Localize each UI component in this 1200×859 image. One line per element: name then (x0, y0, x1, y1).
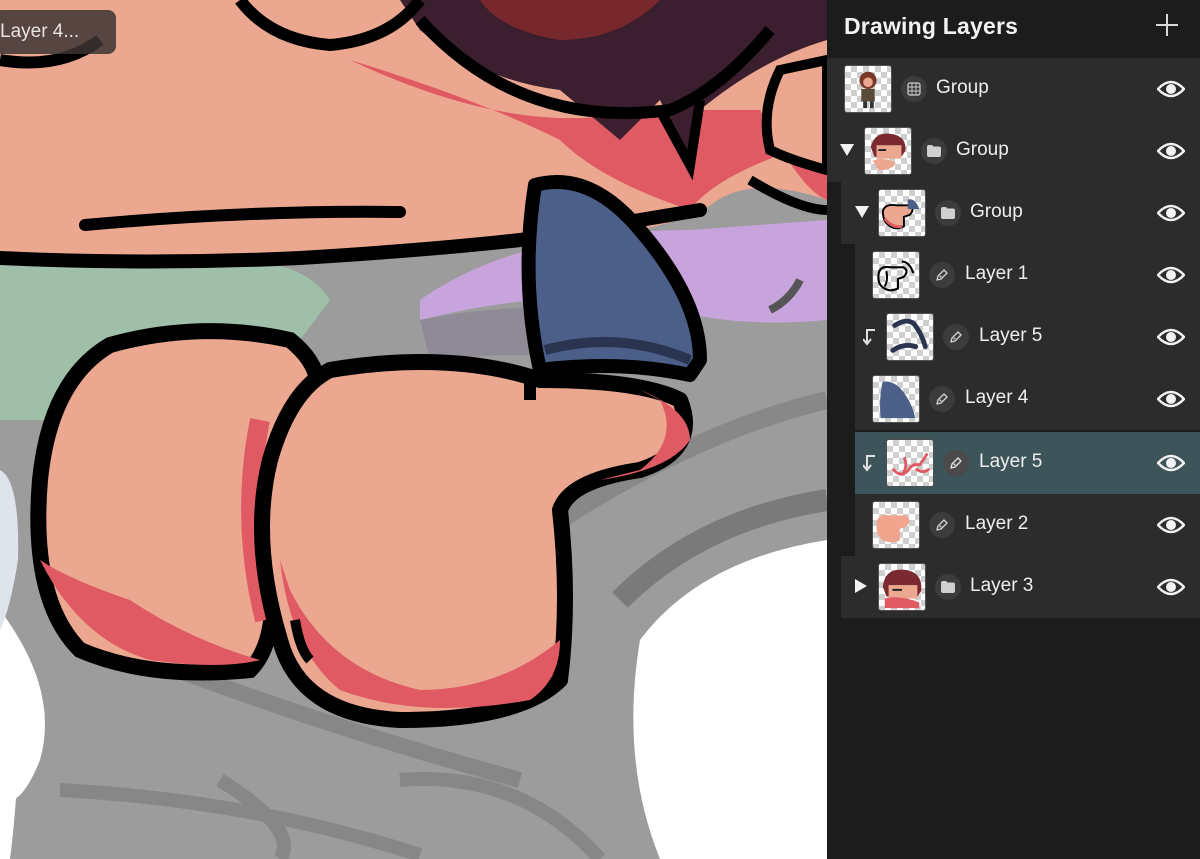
layer-label: Layer 5 (979, 451, 1043, 472)
pen-icon (929, 262, 955, 288)
grid-icon (901, 76, 927, 102)
layer-label: Group (956, 139, 1009, 160)
layer-thumbnail (844, 65, 892, 113)
folder-icon (935, 200, 961, 226)
disclosure-triangle-icon[interactable] (855, 579, 867, 593)
eye-icon[interactable] (1157, 387, 1185, 411)
current-layer-tag[interactable]: Layer 4... (0, 10, 116, 54)
layer-thumbnail (878, 189, 926, 237)
pen-icon (943, 450, 969, 476)
eye-icon[interactable] (1157, 139, 1185, 163)
layer-row-group-1[interactable]: Group (827, 120, 1200, 182)
layer-thumbnail (864, 127, 912, 175)
pen-icon (929, 386, 955, 412)
layer-row-layer-5-selected[interactable]: Layer 5 (855, 432, 1200, 494)
panel-header: Drawing Layers (827, 0, 1200, 56)
panel-title: Drawing Layers (844, 13, 1019, 39)
layer-label: Layer 4 (965, 387, 1029, 408)
add-layer-button[interactable] (1152, 10, 1182, 40)
layer-row-layer-2[interactable]: Layer 2 (855, 494, 1200, 556)
layer-thumbnail (886, 439, 934, 487)
layer-row-layer-4[interactable]: Layer 4 (855, 368, 1200, 430)
layer-row-layer-3[interactable]: Layer 3 (841, 556, 1200, 618)
layer-label: Layer 3 (970, 575, 1034, 596)
layers-panel: Drawing Layers Group Group Group Layer 1… (827, 0, 1200, 859)
folder-icon (935, 574, 961, 600)
clip-arrow-icon (863, 329, 875, 346)
eye-icon[interactable] (1157, 575, 1185, 599)
pen-icon (929, 512, 955, 538)
pen-icon (943, 324, 969, 350)
eye-icon[interactable] (1157, 513, 1185, 537)
folder-icon (921, 138, 947, 164)
layer-thumbnail (872, 501, 920, 549)
layer-label: Layer 5 (979, 325, 1043, 346)
drawing-canvas[interactable]: Layer 4... (0, 0, 827, 859)
eye-icon[interactable] (1157, 77, 1185, 101)
layer-thumbnail (872, 375, 920, 423)
layer-thumbnail (872, 251, 920, 299)
canvas-artwork (0, 0, 827, 859)
layer-row-layer-1[interactable]: Layer 1 (855, 244, 1200, 306)
layer-row-layer-5-upper[interactable]: Layer 5 (855, 306, 1200, 368)
disclosure-triangle-icon[interactable] (855, 206, 869, 218)
layer-label: Layer 2 (965, 513, 1029, 534)
layer-label: Group (970, 201, 1023, 222)
layer-thumbnail (878, 563, 926, 611)
layer-row-group-top[interactable]: Group (827, 58, 1200, 120)
clip-arrow-icon (863, 455, 875, 472)
eye-icon[interactable] (1157, 263, 1185, 287)
eye-icon[interactable] (1157, 201, 1185, 225)
layer-thumbnail (886, 313, 934, 361)
disclosure-triangle-icon[interactable] (840, 144, 854, 156)
eye-icon[interactable] (1157, 451, 1185, 475)
layer-label: Group (936, 77, 989, 98)
eye-icon[interactable] (1157, 325, 1185, 349)
layer-label: Layer 1 (965, 263, 1029, 284)
layer-row-group-2[interactable]: Group (841, 182, 1200, 244)
